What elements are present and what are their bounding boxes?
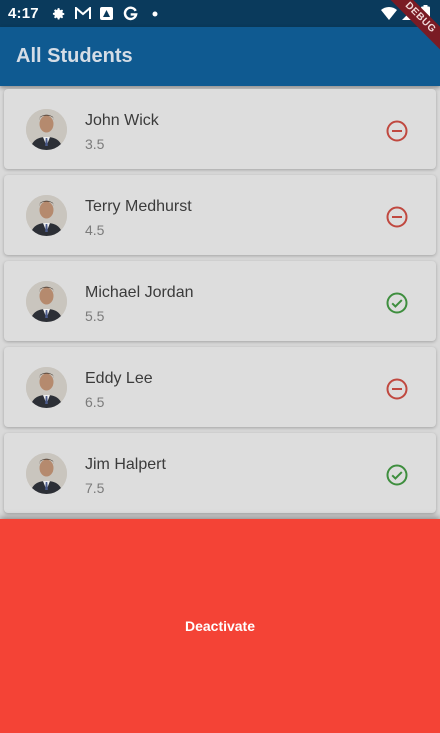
avatar — [26, 195, 67, 236]
student-card[interactable]: Eddy Lee 6.5 — [4, 347, 436, 427]
student-name: Eddy Lee — [85, 370, 153, 387]
gear-icon — [51, 6, 67, 22]
deactivate-label: Deactivate — [184, 618, 256, 634]
remove-circle-icon[interactable] — [385, 377, 409, 401]
google-icon — [123, 6, 139, 22]
screen: 4:17 All Students DEBUG John Wick 3.5 Te… — [0, 0, 440, 733]
avatar — [26, 367, 67, 408]
student-gpa: 5.5 — [85, 308, 105, 324]
avatar — [26, 281, 67, 322]
student-card[interactable]: Terry Medhurst 4.5 — [4, 175, 436, 255]
notification-icons — [51, 6, 163, 22]
status-time: 4:17 — [8, 5, 39, 22]
check-circle-icon[interactable] — [385, 291, 409, 315]
student-name: Terry Medhurst — [85, 198, 192, 215]
student-card[interactable]: Jim Halpert 7.5 — [4, 433, 436, 513]
student-name: John Wick — [85, 112, 159, 129]
wifi-icon — [381, 6, 397, 25]
check-circle-icon[interactable] — [385, 463, 409, 487]
remove-circle-icon[interactable] — [385, 119, 409, 143]
student-card[interactable]: John Wick 3.5 — [4, 89, 436, 169]
remove-circle-icon[interactable] — [385, 205, 409, 229]
photos-icon — [99, 6, 115, 22]
student-name: Michael Jordan — [85, 284, 194, 301]
avatar — [26, 109, 67, 150]
student-gpa: 6.5 — [85, 394, 105, 410]
student-gpa: 3.5 — [85, 136, 105, 152]
student-gpa: 4.5 — [85, 222, 105, 238]
gmail-icon — [74, 6, 91, 22]
dot-icon — [147, 6, 163, 22]
avatar — [26, 453, 67, 494]
status-bar: 4:17 — [0, 0, 440, 27]
student-name: Jim Halpert — [85, 456, 166, 473]
student-gpa: 7.5 — [85, 480, 105, 496]
page-title: All Students — [16, 45, 133, 67]
deactivate-button[interactable]: Deactivate — [0, 519, 440, 733]
app-bar: All Students — [0, 27, 440, 86]
student-card[interactable]: Michael Jordan 5.5 — [4, 261, 436, 341]
